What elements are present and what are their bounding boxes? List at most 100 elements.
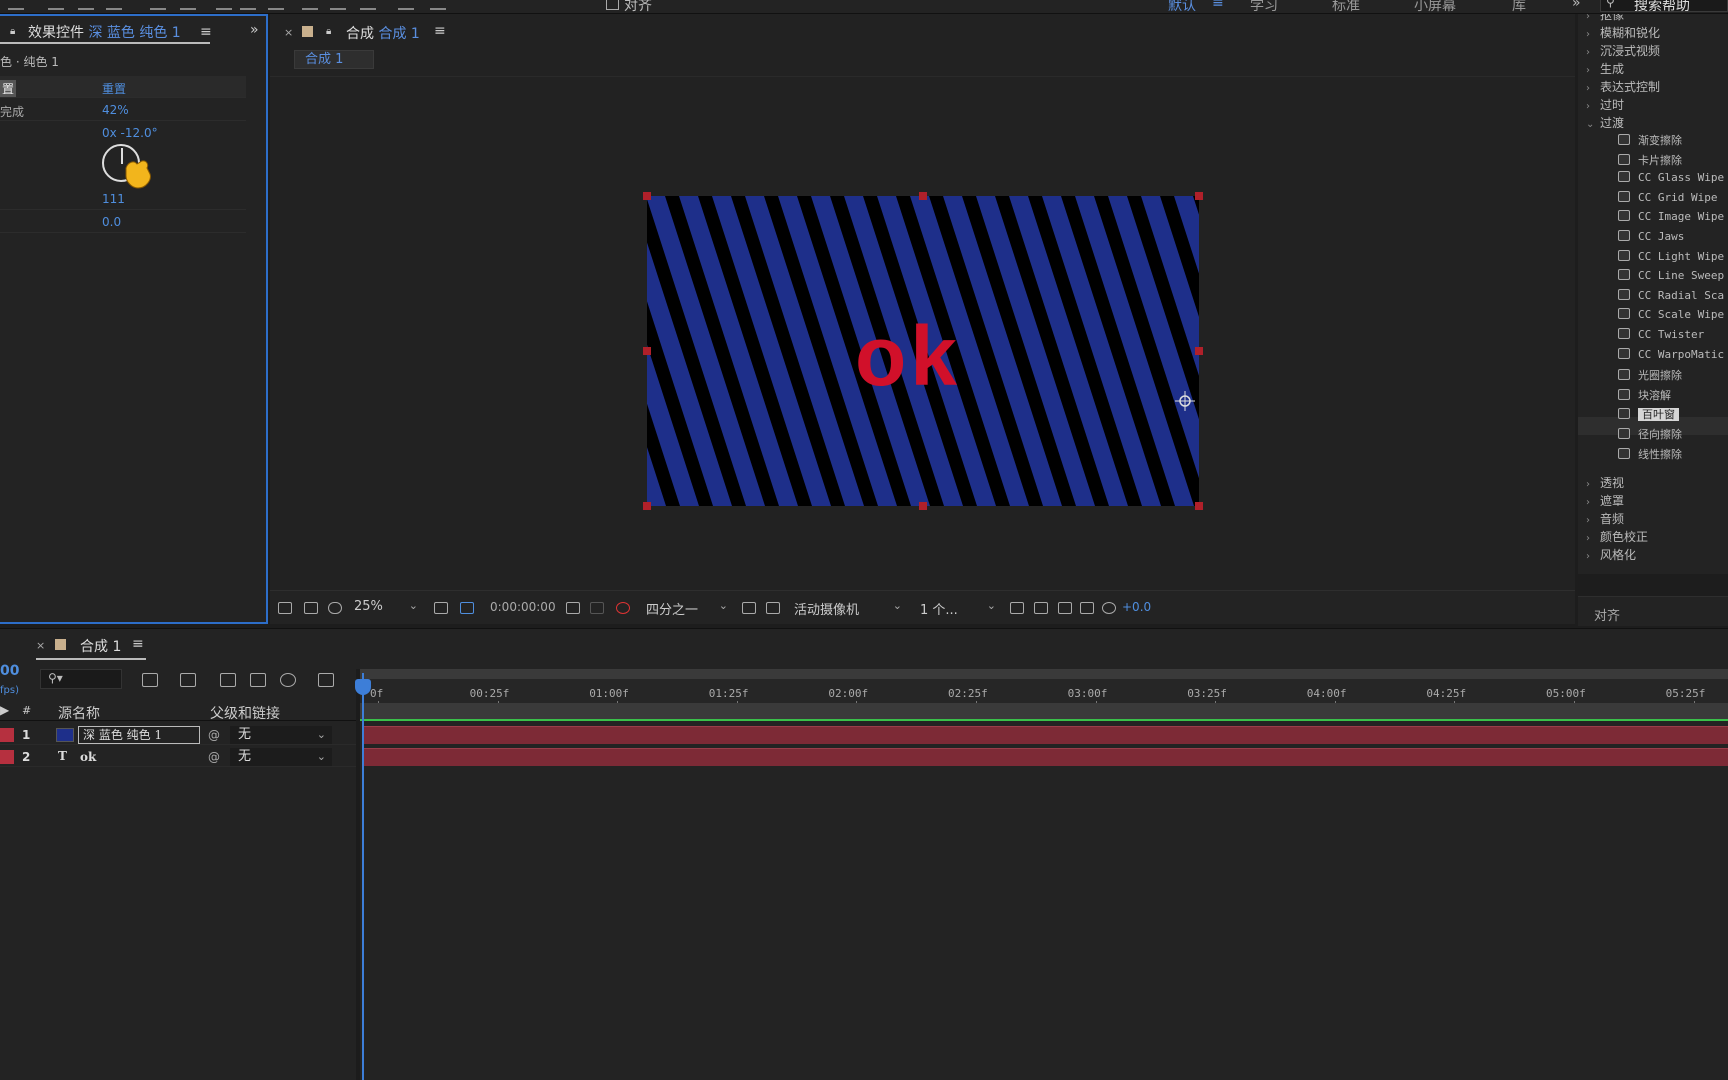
- pan-behind-tool-icon[interactable]: [180, 0, 196, 10]
- close-icon[interactable]: ×: [284, 26, 293, 39]
- transform-handle[interactable]: [1195, 502, 1203, 510]
- effect-category-open[interactable]: ⌄ 过渡: [1586, 114, 1624, 131]
- camera-dropdown[interactable]: 活动摄像机 ⌄: [794, 599, 906, 618]
- effect-category[interactable]: › 沉浸式视频: [1586, 42, 1660, 59]
- effect-item[interactable]: 卡片擦除: [1618, 152, 1682, 168]
- workspace-learn[interactable]: 学习: [1250, 0, 1278, 15]
- canvas-text-layer[interactable]: ok: [855, 308, 961, 405]
- effect-item[interactable]: 径向擦除: [1618, 426, 1682, 442]
- time-navigator[interactable]: [360, 669, 1728, 679]
- exposure-value[interactable]: +0.0: [1122, 600, 1151, 614]
- transform-handle[interactable]: [1195, 347, 1203, 355]
- effect-item[interactable]: CC Twister: [1618, 328, 1704, 341]
- clone-stamp-tool-icon[interactable]: [330, 0, 346, 10]
- panel-menu-icon[interactable]: ≡: [132, 636, 144, 652]
- fit-icon[interactable]: [434, 602, 448, 614]
- effect-item[interactable]: 块溶解: [1618, 387, 1671, 403]
- effect-item[interactable]: 线性擦除: [1618, 446, 1682, 462]
- transition-completion-value[interactable]: 42%: [102, 103, 129, 117]
- reset-link[interactable]: 重置: [102, 80, 126, 97]
- current-time[interactable]: 0:00:00:00: [490, 600, 556, 614]
- effect-category[interactable]: › 风格化: [1586, 546, 1636, 563]
- anchor-point-icon[interactable]: [1175, 391, 1195, 411]
- zoom-dropdown[interactable]: 25% ⌄: [354, 599, 422, 617]
- draft-3d-icon[interactable]: [180, 673, 196, 687]
- layer-name[interactable]: 深 蓝色 纯色 1: [78, 726, 200, 744]
- panel-menu-icon[interactable]: ≡: [434, 23, 446, 39]
- effect-category[interactable]: › 过时: [1586, 96, 1624, 113]
- tab-timeline[interactable]: 合成 1: [80, 636, 121, 656]
- effect-item[interactable]: CC Jaws: [1618, 230, 1684, 243]
- tab-effect-controls[interactable]: 效果控件 深 蓝色 纯色 1: [0, 22, 210, 44]
- layer-duration-bar[interactable]: [362, 748, 1728, 766]
- composition-viewer[interactable]: ok: [270, 76, 1575, 590]
- tab-composition[interactable]: 合成 合成 1: [346, 23, 420, 43]
- effect-category[interactable]: › 音频: [1586, 510, 1624, 527]
- hand-tool-icon[interactable]: [48, 0, 64, 10]
- playhead[interactable]: [362, 673, 364, 1080]
- transform-handle[interactable]: [643, 502, 651, 510]
- camera-tool-icon[interactable]: [150, 0, 166, 10]
- layer-row[interactable]: 1 深 蓝色 纯色 1 @ 无 ⌄: [0, 725, 356, 745]
- pickwhip-icon[interactable]: @: [208, 750, 220, 764]
- effect-category[interactable]: › 颜色校正: [1586, 528, 1648, 545]
- workspace-libraries[interactable]: 库: [1512, 0, 1526, 15]
- transform-handle[interactable]: [643, 192, 651, 200]
- effect-item[interactable]: 百叶窗: [1618, 406, 1679, 422]
- timeline-timecode[interactable]: 00: [0, 663, 19, 679]
- eraser-tool-icon[interactable]: [360, 0, 376, 10]
- panel-menu-icon[interactable]: ≡: [200, 24, 212, 40]
- effect-category[interactable]: › 透视: [1586, 474, 1624, 491]
- layer-name[interactable]: ok: [80, 750, 96, 764]
- breadcrumb[interactable]: 合成 1: [294, 50, 374, 69]
- rotate-tool-icon[interactable]: [106, 0, 122, 10]
- transform-handle[interactable]: [919, 192, 927, 200]
- layer-duration-bar[interactable]: [362, 726, 1728, 744]
- layer-row[interactable]: 2 T ok @ 无 ⌄: [0, 747, 356, 767]
- views-dropdown[interactable]: 1 个... ⌄: [920, 599, 1000, 618]
- transform-handle[interactable]: [919, 502, 927, 510]
- effect-item[interactable]: CC Glass Wipe: [1618, 171, 1724, 184]
- reset-exposure-icon[interactable]: [1102, 602, 1116, 614]
- expand-panel-icon[interactable]: »: [250, 22, 259, 38]
- workspace-default[interactable]: 默认: [1168, 0, 1196, 15]
- pickwhip-icon[interactable]: @: [208, 728, 220, 742]
- shy-layers-icon[interactable]: [220, 673, 236, 687]
- direction-value[interactable]: 0x -12.0°: [102, 126, 158, 140]
- timeline-divider[interactable]: [356, 669, 360, 1080]
- monitor-icon[interactable]: [304, 602, 318, 614]
- align-panel-title[interactable]: 对齐: [1594, 605, 1620, 624]
- zoom-tool-icon[interactable]: [78, 0, 94, 10]
- effect-item[interactable]: 渐变擦除: [1618, 132, 1682, 148]
- header-parent[interactable]: 父级和链接: [210, 703, 280, 723]
- playhead-handle[interactable]: [355, 679, 371, 695]
- more-workspaces-icon[interactable]: »: [1572, 0, 1581, 11]
- effect-item[interactable]: CC Image Wipe: [1618, 210, 1724, 223]
- frame-blending-icon[interactable]: [250, 673, 266, 687]
- timeline-icon[interactable]: [1058, 602, 1072, 614]
- resolution-dropdown[interactable]: 四分之一 ⌄: [646, 599, 732, 618]
- close-icon[interactable]: ×: [36, 639, 45, 652]
- rectangle-tool-icon[interactable]: [216, 0, 232, 10]
- effect-item[interactable]: CC Light Wipe: [1618, 249, 1724, 263]
- effect-item[interactable]: CC WarpoMatic: [1618, 347, 1724, 361]
- brush-tool-icon[interactable]: [302, 0, 318, 10]
- effect-item[interactable]: 光圈擦除: [1618, 367, 1682, 383]
- feather-value[interactable]: 0.0: [102, 215, 121, 229]
- transparency-grid-icon[interactable]: [766, 602, 780, 614]
- show-snapshot-icon[interactable]: [590, 602, 604, 614]
- lock-icon[interactable]: 🔒︎: [326, 26, 331, 37]
- composition-frame[interactable]: ok: [647, 196, 1199, 506]
- always-preview-icon[interactable]: [278, 602, 292, 614]
- motion-blur-icon[interactable]: [280, 673, 296, 687]
- draft-3d-icon[interactable]: [1034, 602, 1048, 614]
- color-channels-icon[interactable]: [616, 602, 630, 614]
- parent-dropdown[interactable]: 无 ⌄: [230, 726, 332, 744]
- workspace-menu-icon[interactable]: ≡: [1212, 0, 1224, 11]
- effect-item[interactable]: CC Radial Sca: [1618, 288, 1724, 302]
- layer-label-color[interactable]: [0, 750, 14, 764]
- align-checkbox[interactable]: [606, 0, 619, 10]
- effect-category[interactable]: › 生成: [1586, 60, 1624, 77]
- pen-tool-icon[interactable]: [240, 0, 256, 10]
- graph-editor-icon[interactable]: [318, 673, 334, 687]
